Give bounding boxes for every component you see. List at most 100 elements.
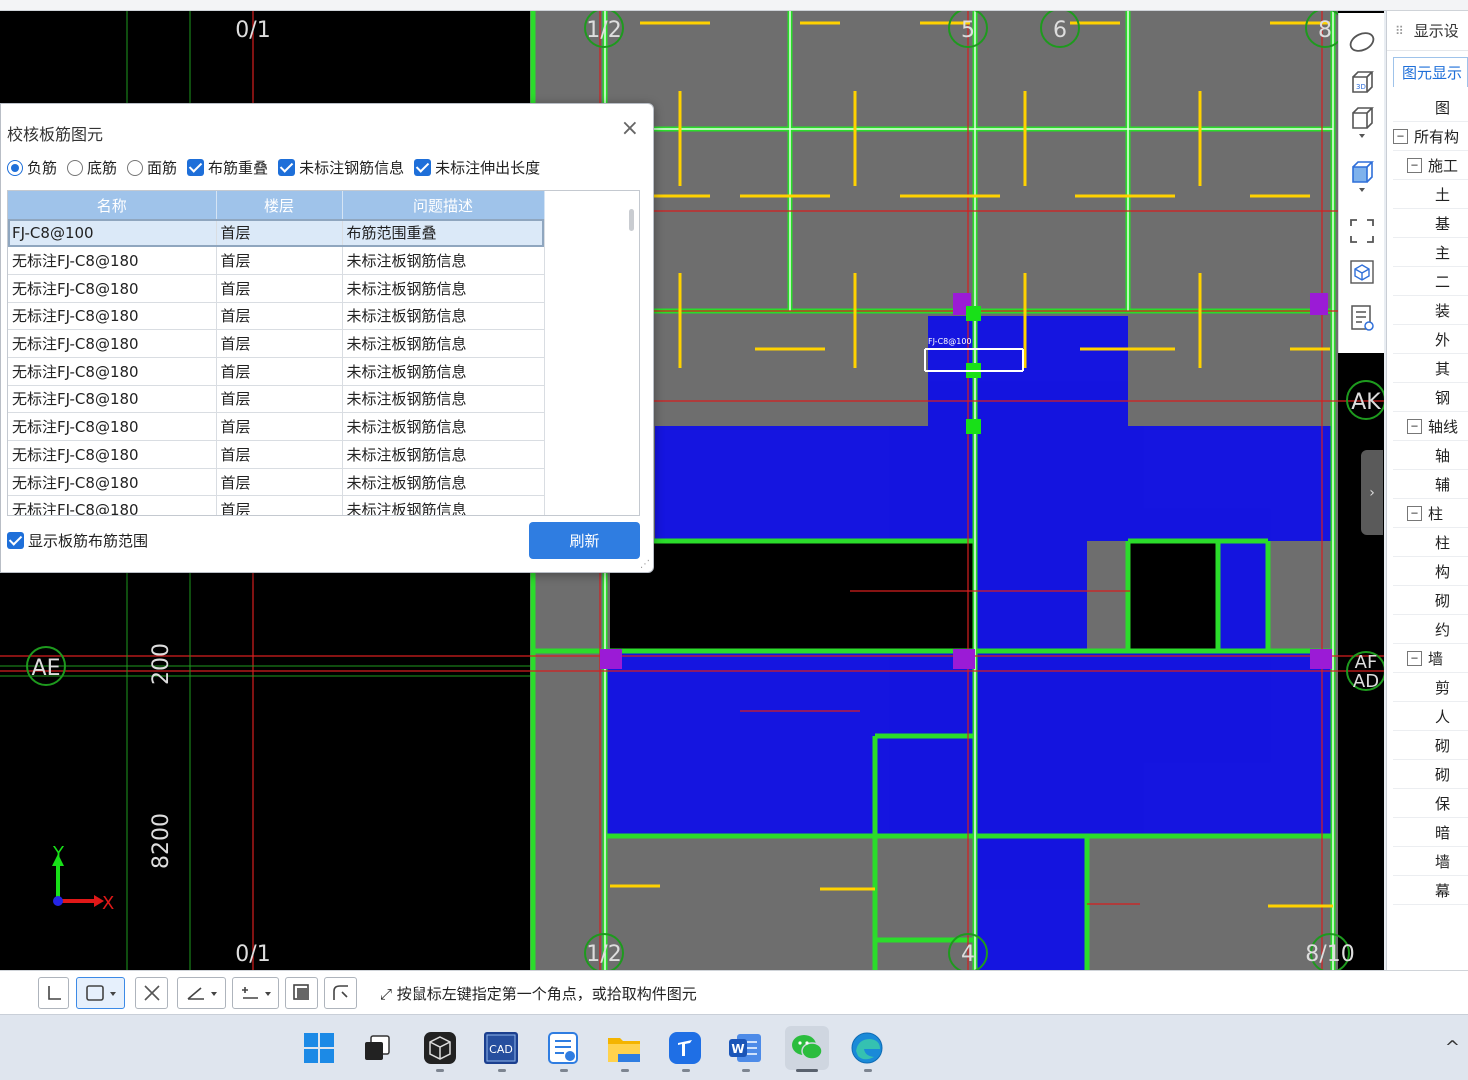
tree-node[interactable]: 外 <box>1393 325 1468 354</box>
table-row[interactable]: 无标注FJ-C8@180 首层 未标注板钢筋信息 <box>8 468 545 497</box>
close-icon[interactable]: × <box>621 116 639 141</box>
tree-node[interactable]: 轴 <box>1393 441 1468 470</box>
edge-icon[interactable] <box>848 1029 886 1067</box>
table-row[interactable]: 无标注FJ-C8@180 首层 未标注板钢筋信息 <box>8 385 545 414</box>
resize-arrow-icon: ⤢ <box>380 985 397 1003</box>
tree-node[interactable]: − 施工 <box>1393 151 1468 180</box>
tree-node[interactable]: 主 <box>1393 238 1468 267</box>
cad-icon[interactable]: CAD <box>482 1029 520 1067</box>
column-header-issue[interactable]: 问题描述 <box>342 191 545 219</box>
column-header-floor[interactable]: 楼层 <box>216 191 343 219</box>
table-row[interactable]: 无标注FJ-C8@180 首层 未标注板钢筋信息 <box>8 302 545 331</box>
tree-node[interactable]: 保 <box>1393 789 1468 818</box>
snapshot-icon[interactable] <box>285 977 318 1009</box>
offset-icon[interactable] <box>232 977 279 1009</box>
axis-label-top: 8 <box>1318 18 1332 43</box>
tree-node[interactable]: 柱 <box>1393 528 1468 557</box>
drag-handle-icon[interactable]: ⠿ <box>1395 24 1404 38</box>
arc-icon[interactable] <box>324 977 357 1009</box>
file-explorer-icon[interactable] <box>605 1029 643 1067</box>
collapse-toggle-icon[interactable]: − <box>1407 418 1422 434</box>
ortho-icon[interactable] <box>38 977 69 1009</box>
table-row[interactable]: 无标注FJ-C8@180 首层 未标注板钢筋信息 <box>8 357 545 386</box>
resize-grip-icon[interactable]: ⋰ <box>640 559 650 570</box>
cross-icon[interactable] <box>135 977 168 1009</box>
tree-node[interactable]: − 柱 <box>1393 499 1468 528</box>
tree-node[interactable]: 墙 <box>1393 847 1468 876</box>
checkbox-checked-icon[interactable] <box>278 159 296 176</box>
tab-element-display[interactable]: 图元显示 <box>1393 57 1468 87</box>
tree-node[interactable]: 辅 <box>1393 470 1468 499</box>
checkbox-checked-icon[interactable] <box>7 532 24 549</box>
radio-top-rebar[interactable]: 面筋 <box>127 157 177 178</box>
orbit-icon[interactable] <box>1347 27 1377 57</box>
tree-node[interactable]: 剪 <box>1393 673 1468 702</box>
checkbox-unlabeled-length[interactable]: 未标注伸出长度 <box>414 157 540 178</box>
app-3d-icon[interactable] <box>421 1029 459 1067</box>
tree-node-label: 施工 <box>1428 156 1459 175</box>
tree-node-label: 轴 <box>1435 446 1451 465</box>
tree-node[interactable]: − 所有构 <box>1393 122 1468 151</box>
rect-select-icon[interactable] <box>76 977 125 1009</box>
refresh-button[interactable]: 刷新 <box>529 522 640 559</box>
tree-node[interactable]: 钢 <box>1393 383 1468 412</box>
table-row[interactable]: 无标注FJ-C8@180 首层 未标注板钢筋信息 <box>8 495 545 515</box>
checkbox-checked-icon[interactable] <box>414 159 432 176</box>
table-row[interactable]: FJ-C8@100 首层 布筋范围重叠 <box>8 219 545 248</box>
radio-negative-rebar[interactable]: 负筋 <box>7 157 57 178</box>
tree-node[interactable]: 二 <box>1393 267 1468 296</box>
table-row[interactable]: 无标注FJ-C8@180 首层 未标注板钢筋信息 <box>8 412 545 441</box>
fit-view-icon[interactable] <box>1347 216 1377 246</box>
checkbox-checked-icon[interactable] <box>187 159 205 176</box>
collapse-toggle-icon[interactable]: − <box>1407 157 1422 173</box>
windows-start-icon[interactable] <box>300 1029 338 1067</box>
feishu-icon[interactable] <box>666 1029 704 1067</box>
results-table-container[interactable]: 名称 楼层 问题描述 FJ-C8@100 首层 布筋范围重叠 无标注FJ-C8@180… <box>7 190 640 516</box>
tree-node[interactable]: − 轴线 <box>1393 412 1468 441</box>
word-icon[interactable]: W <box>726 1029 764 1067</box>
tray-overflow-icon[interactable]: ^ <box>1445 1037 1460 1058</box>
radio-checked-icon[interactable] <box>7 159 23 176</box>
task-view-icon[interactable] <box>358 1029 396 1067</box>
wechat-icon[interactable] <box>785 1026 829 1070</box>
notes-icon[interactable] <box>544 1029 582 1067</box>
tree-node[interactable]: 约 <box>1393 615 1468 644</box>
tree-node[interactable]: 土 <box>1393 180 1468 209</box>
tree-node[interactable]: 幕 <box>1393 876 1468 905</box>
cell-issue: 未标注板钢筋信息 <box>342 246 545 275</box>
tree-node[interactable]: 砌 <box>1393 586 1468 615</box>
tree-node[interactable]: 装 <box>1393 296 1468 325</box>
table-scrollbar[interactable] <box>629 209 634 231</box>
column-header-name[interactable]: 名称 <box>8 191 217 219</box>
checkbox-show-range[interactable]: 显示板筋布筋范围 <box>7 530 148 551</box>
panel-collapse-handle[interactable]: › <box>1361 450 1383 535</box>
collapse-toggle-icon[interactable]: − <box>1407 505 1422 521</box>
table-row[interactable]: 无标注FJ-C8@180 首层 未标注板钢筋信息 <box>8 274 545 303</box>
collapse-toggle-icon[interactable]: − <box>1407 650 1422 666</box>
radio-bottom-rebar[interactable]: 底筋 <box>67 157 117 178</box>
3d-view-icon[interactable]: 3D <box>1347 67 1377 97</box>
checkbox-unlabeled-info[interactable]: 未标注钢筋信息 <box>278 157 404 178</box>
tree-node[interactable]: 构 <box>1393 557 1468 586</box>
table-row[interactable]: 无标注FJ-C8@180 首层 未标注板钢筋信息 <box>8 329 545 358</box>
checkbox-overlap[interactable]: 布筋重叠 <box>187 157 268 178</box>
tree-node[interactable]: − 墙 <box>1393 644 1468 673</box>
collapse-toggle-icon[interactable]: − <box>1393 128 1408 144</box>
angle-icon[interactable] <box>177 977 226 1009</box>
tree-node[interactable]: 其 <box>1393 354 1468 383</box>
tree-node-label: 土 <box>1435 185 1451 204</box>
tree-node[interactable]: 砌 <box>1393 760 1468 789</box>
tree-node[interactable]: 砌 <box>1393 731 1468 760</box>
tree-node[interactable]: 基 <box>1393 209 1468 238</box>
radio-icon[interactable] <box>127 159 144 176</box>
component-view-icon[interactable] <box>1347 257 1377 287</box>
tree-node[interactable]: 人 <box>1393 702 1468 731</box>
cube-icon[interactable] <box>1347 107 1377 138</box>
table-row[interactable]: 无标注FJ-C8@180 首层 未标注板钢筋信息 <box>8 440 545 469</box>
table-row[interactable]: 无标注FJ-C8@180 首层 未标注板钢筋信息 <box>8 246 545 275</box>
tree-node[interactable]: 图 <box>1393 93 1468 122</box>
radio-icon[interactable] <box>67 159 84 176</box>
tree-node[interactable]: 暗 <box>1393 818 1468 847</box>
solid-cube-icon[interactable] <box>1347 161 1377 192</box>
properties-list-icon[interactable] <box>1347 303 1377 333</box>
